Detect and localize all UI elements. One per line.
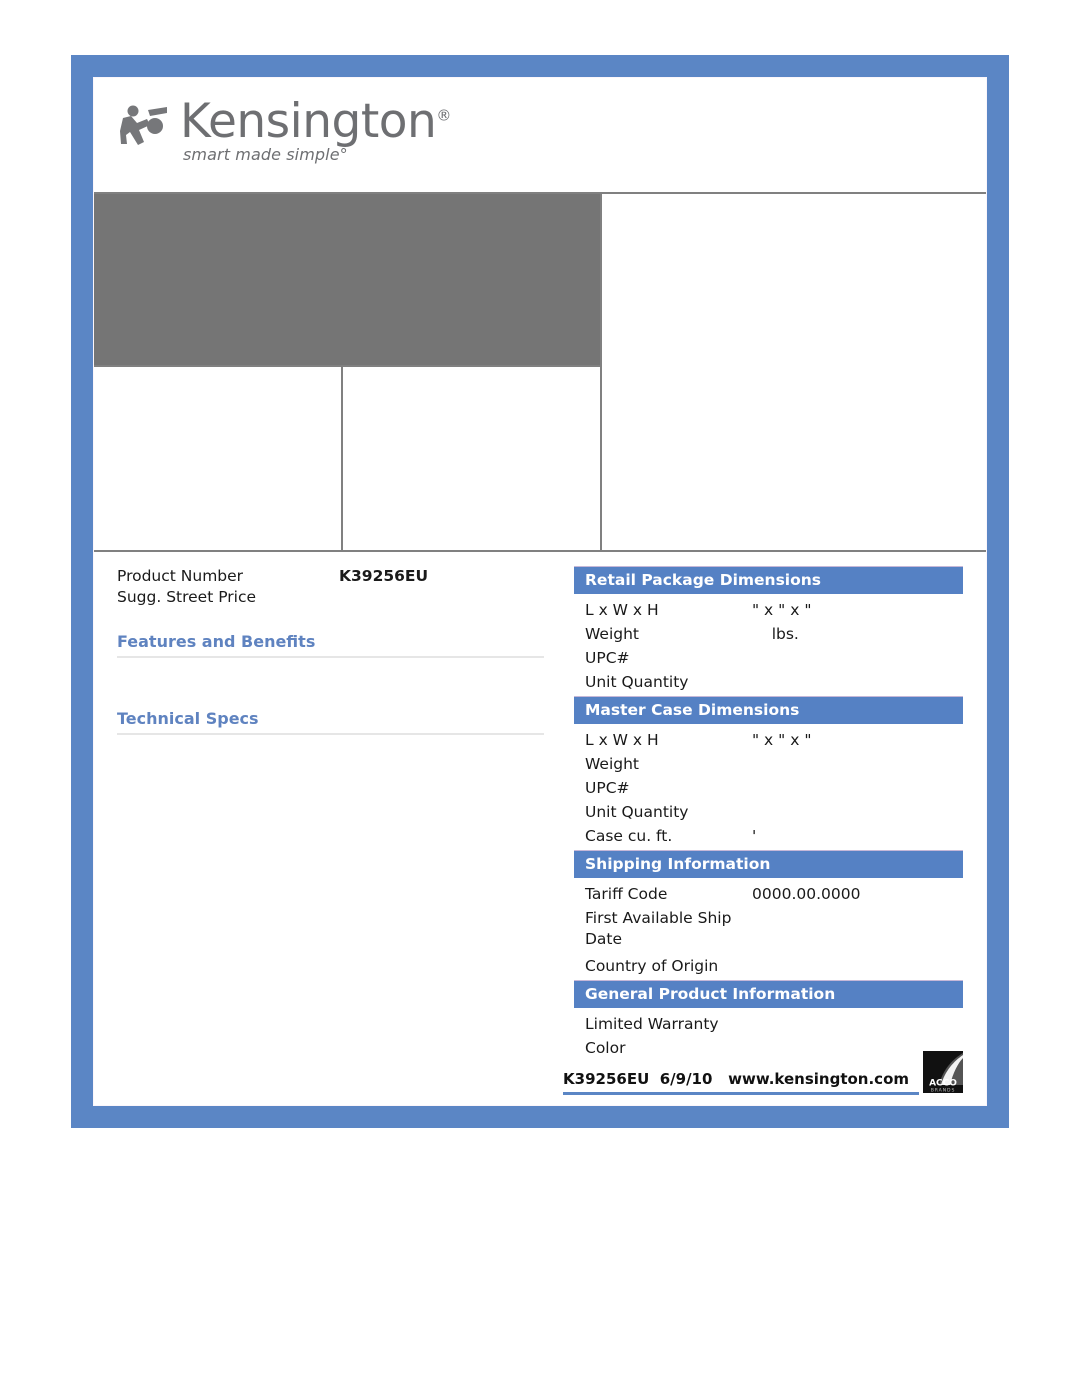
left-column: Product Number K39256EU Sugg. Street Pri… <box>94 566 572 1062</box>
product-number-label: Product Number <box>117 567 244 585</box>
street-price-label: Sugg. Street Price <box>117 588 257 606</box>
registered-trademark-icon: ® <box>436 106 451 125</box>
row-label: Case cu. ft. <box>585 827 673 845</box>
footer-reference-line: K39256EU 6/9/10 www.kensington.com <box>563 1070 919 1095</box>
section-retail-package-dimensions: Retail Package Dimensions L x W x H " x … <box>574 566 963 694</box>
thumbnail-placeholder-2 <box>343 367 600 550</box>
acco-logo-subtext: BRANDS <box>931 1088 956 1094</box>
table-row: L x W x H " x " x " <box>574 598 963 622</box>
description-placeholder <box>602 194 986 550</box>
row-label: UPC# <box>585 779 630 797</box>
technical-specs-heading: Technical Specs <box>117 709 544 735</box>
product-number-row: Product Number K39256EU <box>117 566 572 587</box>
table-row: L x W x H " x " x " <box>574 728 963 752</box>
table-row: Weight <box>574 752 963 776</box>
row-label: UPC# <box>585 649 630 667</box>
table-row: UPC# <box>574 646 963 670</box>
technical-specs-body <box>117 735 572 743</box>
row-label: Unit Quantity <box>585 803 689 821</box>
street-price-row: Sugg. Street Price <box>117 587 572 608</box>
row-label: Limited Warranty <box>585 1015 719 1033</box>
table-row: Unit Quantity <box>574 800 963 824</box>
row-label: Weight <box>585 625 640 643</box>
section-master-case-dimensions: Master Case Dimensions L x W x H " x " x… <box>574 696 963 848</box>
section-header-retail-package-dimensions: Retail Package Dimensions <box>574 566 963 594</box>
brand-wordmark-text: Kensington <box>180 94 437 149</box>
hero-image-placeholder <box>94 194 600 365</box>
media-left-column <box>94 194 602 550</box>
row-value: ' <box>752 827 757 845</box>
product-image-grid <box>94 192 986 552</box>
row-label: Weight <box>585 755 640 773</box>
section-rows-shipping-information: Tariff Code 0000.00.0000 First Available… <box>574 878 963 978</box>
brand-wordmark: Kensington® <box>180 98 451 145</box>
section-shipping-information: Shipping Information Tariff Code 0000.00… <box>574 850 963 978</box>
row-label: Unit Quantity <box>585 673 689 691</box>
row-label: L x W x H <box>585 731 659 749</box>
product-spec-sheet: Kensington® smart made simple° Product N… <box>71 55 1009 1128</box>
features-and-benefits-body <box>117 658 572 666</box>
footer-content: K39256EU 6/9/10 www.kensington.com ACCO … <box>563 1051 963 1095</box>
row-label: Country of Origin <box>585 957 719 975</box>
acco-logo-wordmark: ACCO <box>929 1079 957 1089</box>
table-row: Case cu. ft. ' <box>574 824 963 848</box>
table-row: Unit Quantity <box>574 670 963 694</box>
section-header-shipping-information: Shipping Information <box>574 850 963 878</box>
product-number-value: K39256EU <box>339 567 429 585</box>
table-row: First Available Ship Date <box>574 906 963 954</box>
brand-header: Kensington® smart made simple° <box>94 78 986 192</box>
right-column: Retail Package Dimensions L x W x H " x … <box>572 566 986 1062</box>
thumbnail-placeholder-1 <box>94 367 343 550</box>
row-label: L x W x H <box>585 601 659 619</box>
section-header-master-case-dimensions: Master Case Dimensions <box>574 696 963 724</box>
brand-tagline: smart made simple° <box>183 145 348 164</box>
sheet-inner-page: Kensington® smart made simple° Product N… <box>93 77 987 1106</box>
table-row: Tariff Code 0000.00.0000 <box>574 882 963 906</box>
brand-text-block: Kensington® smart made simple° <box>180 98 451 163</box>
row-value: " x " x " <box>752 731 812 749</box>
kensington-figure-icon <box>120 105 167 145</box>
features-and-benefits-heading: Features and Benefits <box>117 632 544 658</box>
sheet-footer: K39256EU 6/9/10 www.kensington.com ACCO … <box>94 1045 986 1105</box>
row-value: " x " x " <box>752 601 812 619</box>
section-rows-retail-package-dimensions: L x W x H " x " x " Weight lbs. UPC# Uni… <box>574 594 963 694</box>
acco-brands-logo-icon: ACCO BRANDS <box>923 1051 963 1093</box>
row-value: 0000.00.0000 <box>752 885 861 903</box>
sheet-body: Product Number K39256EU Sugg. Street Pri… <box>94 552 986 1062</box>
table-row: UPC# <box>574 776 963 800</box>
row-label: First Available Ship Date <box>585 909 732 948</box>
section-rows-master-case-dimensions: L x W x H " x " x " Weight UPC# Unit Qua… <box>574 724 963 848</box>
row-value: lbs. <box>752 625 799 643</box>
media-bottom-row <box>94 365 600 550</box>
table-row: Limited Warranty <box>574 1012 963 1036</box>
table-row: Weight lbs. <box>574 622 963 646</box>
table-row: Country of Origin <box>574 954 963 978</box>
section-header-general-product-information: General Product Information <box>574 980 963 1008</box>
row-label: Tariff Code <box>585 885 668 903</box>
